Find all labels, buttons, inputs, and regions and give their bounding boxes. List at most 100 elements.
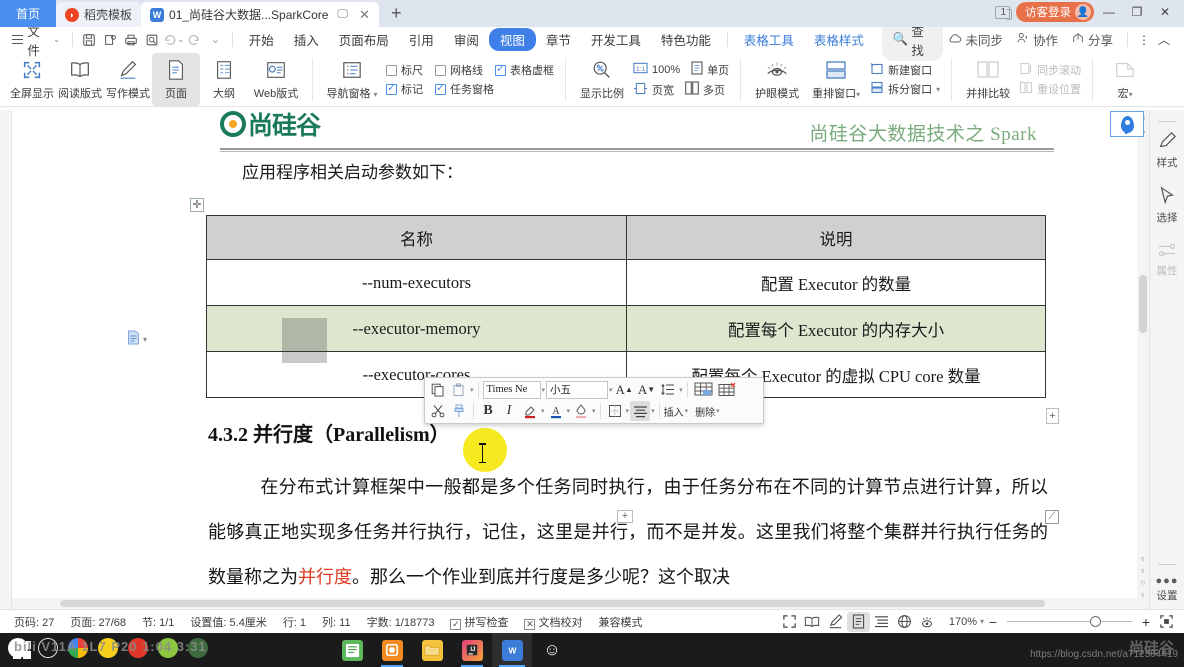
undo-caret-icon[interactable]: ⌄ — [177, 35, 184, 44]
font-size-select[interactable]: 小五 — [546, 380, 609, 399]
location-pin-icon[interactable] — [1110, 111, 1144, 137]
next-page-button[interactable]: ⍚ — [1138, 589, 1148, 599]
ribbon-eye-protect[interactable]: 护眼模式 — [749, 53, 805, 106]
ribbon-fullscreen[interactable]: 全屏显示 — [8, 53, 56, 106]
checkbox[interactable] — [386, 64, 397, 76]
save-as-icon[interactable] — [100, 29, 121, 50]
menu-item-start[interactable]: 开始 — [239, 28, 284, 51]
vertical-scroll-thumb[interactable] — [1139, 275, 1147, 333]
taskbar-file-explorer[interactable] — [412, 633, 452, 667]
chevron-down-icon[interactable]: ▾ — [716, 407, 720, 415]
print-preview-icon[interactable] — [141, 29, 162, 50]
status-row[interactable]: 行: 1 — [275, 614, 314, 630]
document-page[interactable]: 尚硅谷 尚硅谷大数据技术之 Spark 应用程序相关启动参数如下： ✛ ▾ 名称… — [12, 110, 1137, 609]
cell-desc[interactable]: 配置 Executor 的数量 — [626, 259, 1046, 306]
menu-item-section[interactable]: 章节 — [536, 28, 581, 51]
taskbar-wps-writer[interactable] — [332, 633, 372, 667]
ribbon-zoom-ratio[interactable]: 显示比例 — [574, 53, 630, 106]
tab-close-icon[interactable]: ✕ — [359, 7, 370, 23]
paste-options-button[interactable]: ▾ — [127, 330, 147, 348]
menu-item-view[interactable]: 视图 — [488, 28, 536, 51]
window-count-badge[interactable]: 1 — [995, 5, 1012, 20]
menu-item-dev-tools[interactable]: 开发工具 — [581, 28, 651, 51]
chevron-down-icon[interactable]: ▾ — [651, 407, 655, 415]
zoom-100[interactable]: 1:1 100% 单页 — [633, 61, 729, 78]
paste-icon[interactable] — [449, 380, 469, 400]
document-canvas[interactable]: 尚硅谷 尚硅谷大数据技术之 Spark 应用程序相关启动参数如下： ✛ ▾ 名称… — [12, 110, 1137, 609]
bold-button[interactable]: B — [478, 401, 498, 421]
taskbar-emoji[interactable]: ☺ — [532, 633, 572, 667]
sidebar-settings[interactable]: ●●● 设置 — [1150, 559, 1184, 603]
ribbon-page-view[interactable]: 页面 — [152, 53, 200, 106]
line-spacing-icon[interactable] — [658, 380, 678, 400]
menu-item-review[interactable]: 审阅 — [444, 28, 489, 51]
status-setting-value[interactable]: 设置值: 5.4厘米 — [182, 614, 274, 630]
maximize-button[interactable]: ❐ — [1124, 1, 1150, 23]
shrink-font-icon[interactable]: A ▼ — [636, 380, 657, 400]
save-icon[interactable] — [79, 29, 100, 50]
status-col[interactable]: 列: 11 — [314, 614, 359, 630]
grow-font-icon[interactable]: A ▲ — [614, 380, 635, 400]
zoom-slider[interactable] — [1007, 612, 1132, 632]
read-layout-icon[interactable] — [801, 612, 824, 632]
page-view-icon[interactable] — [846, 611, 870, 632]
redo-icon[interactable] — [184, 29, 205, 50]
taskbar-wps-active[interactable]: W — [492, 633, 532, 667]
ribbon-side-by-side[interactable]: 并排比较 — [960, 53, 1016, 106]
status-spell-check[interactable]: ✓ 拼写检查 — [442, 614, 516, 630]
scroll-marker[interactable]: ⍚ — [1138, 565, 1148, 575]
status-word-count[interactable]: 字数: 1/18773 — [359, 614, 443, 630]
fit-page-icon[interactable] — [1155, 612, 1178, 632]
cell-desc[interactable]: 配置每个 Executor 的内存大小 — [626, 305, 1046, 352]
minimize-button[interactable]: — — [1096, 1, 1122, 23]
ribbon-outline-view[interactable]: 大纲 — [200, 53, 248, 106]
vertical-scrollbar[interactable]: ≡ ▲ ⍚ ⍚ ○ ⍚ — [1137, 110, 1149, 609]
write-mode-icon[interactable] — [824, 612, 847, 632]
ribbon-nav-pane[interactable]: 导航窗格 ▾ — [321, 53, 383, 106]
format-painter-icon[interactable] — [449, 401, 469, 421]
zoom-out-button[interactable]: − — [984, 614, 1002, 630]
status-section[interactable]: 节: 1/1 — [134, 614, 182, 630]
sync-status-button[interactable]: 未同步 — [943, 28, 1008, 51]
parameters-table[interactable]: 名称 说明 --num-executors 配置 Executor 的数量 --… — [206, 215, 1046, 398]
menu-item-insert[interactable]: 插入 — [284, 28, 329, 51]
check-ruler[interactable]: 标尺 网格线 表格虚框 — [386, 62, 554, 78]
insert-label[interactable]: 插入 — [664, 404, 684, 419]
tab-document[interactable]: W 01_尚硅谷大数据...SparkCore 🖵 ✕ — [141, 2, 379, 27]
eye-protect-small-icon[interactable] — [916, 612, 939, 632]
checkbox[interactable] — [435, 81, 446, 95]
table-row[interactable]: --num-executors 配置 Executor 的数量 — [206, 259, 1046, 306]
menu-item-page-layout[interactable]: 页面布局 — [329, 28, 399, 51]
customize-quick-access-icon[interactable]: ⌄ — [205, 29, 226, 50]
checkbox[interactable] — [495, 62, 506, 76]
guest-login-button[interactable]: 访客登录 👤 — [1016, 2, 1094, 22]
status-page-number[interactable]: 页码: 27 — [6, 614, 62, 630]
zoom-in-button[interactable]: + — [1137, 614, 1155, 630]
delete-label[interactable]: 删除 — [695, 404, 715, 419]
tab-home[interactable]: 首页 — [0, 0, 57, 27]
chevron-down-icon[interactable]: ▾ — [567, 407, 571, 415]
horizontal-scroll-thumb[interactable] — [60, 600, 1045, 607]
table-row[interactable]: --executor-memory 配置每个 Executor 的内存大小 — [206, 305, 1046, 352]
table-delete-icon[interactable] — [716, 380, 739, 400]
checkbox[interactable] — [386, 81, 397, 95]
copy-icon[interactable] — [428, 380, 448, 400]
chevron-down-icon[interactable]: ▾ — [470, 386, 474, 394]
ribbon-rearrange-windows[interactable]: 重排窗口▾ — [805, 53, 867, 106]
reset-position-row[interactable]: 重设位置 — [1019, 81, 1081, 97]
status-page-of[interactable]: 页面: 27/68 — [62, 614, 134, 630]
menu-item-references[interactable]: 引用 — [399, 28, 444, 51]
menu-item-table-styles[interactable]: 表格样式 — [804, 28, 874, 51]
menu-item-table-tools[interactable]: 表格工具 — [734, 28, 804, 51]
new-window-row[interactable]: 新建窗口 — [870, 62, 940, 78]
font-name-select[interactable]: Times Ne — [482, 380, 541, 399]
close-button[interactable]: ✕ — [1152, 1, 1178, 23]
share-button[interactable]: 分享 — [1066, 28, 1118, 51]
zoom-level-label[interactable]: 170% — [939, 616, 980, 628]
table-move-handle[interactable]: ✛ — [190, 198, 204, 212]
ribbon-macro[interactable]: 宏▾ — [1101, 53, 1149, 106]
highlight-icon[interactable] — [520, 401, 540, 421]
status-doc-proof[interactable]: ✕ 文档校对 — [516, 614, 590, 630]
zoom-pagewidth[interactable]: 页宽 多页 — [633, 81, 729, 98]
cell-name[interactable]: --executor-memory — [206, 305, 627, 352]
